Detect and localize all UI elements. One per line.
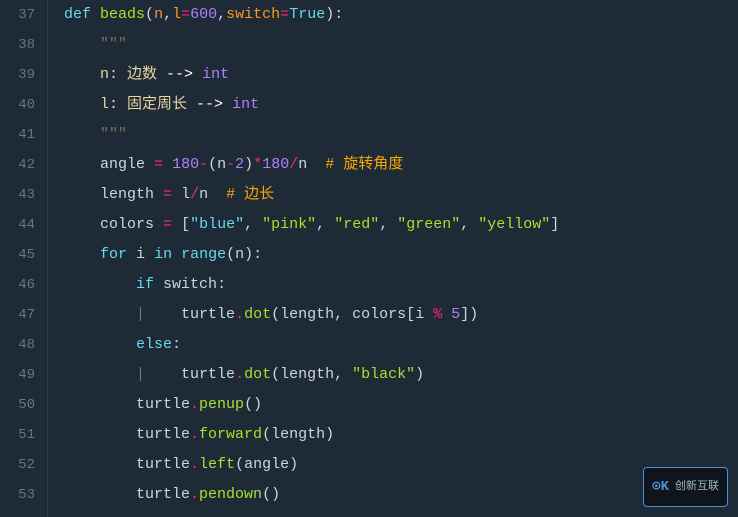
code-line-37: def beads(n,l=600,switch=True): [64,0,738,30]
code-line-48: else: [64,330,738,360]
line-49: 49 [8,360,35,390]
line-numbers: 37 38 39 40 41 42 43 44 45 46 47 48 49 5… [0,0,48,517]
code-line-45: for i in range(n): [64,240,738,270]
code-line-46: if switch: [64,270,738,300]
code-line-53: turtle.pendown() [64,480,738,510]
watermark-text: 创新互联 [675,472,719,502]
line-37: 37 [8,0,35,30]
line-40: 40 [8,90,35,120]
line-44: 44 [8,210,35,240]
code-line-50: turtle.penup() [64,390,738,420]
line-50: 50 [8,390,35,420]
code-line-51: turtle.forward(length) [64,420,738,450]
code-line-43: length = l/n # 边长 [64,180,738,210]
code-line-38: """ [64,30,738,60]
line-38: 38 [8,30,35,60]
line-45: 45 [8,240,35,270]
code-line-41: """ [64,120,738,150]
watermark-icon: ⊙K [652,472,669,502]
line-41: 41 [8,120,35,150]
code-line-39: n: 边数 --> int [64,60,738,90]
watermark: ⊙K 创新互联 [643,467,728,507]
line-47: 47 [8,300,35,330]
line-48: 48 [8,330,35,360]
line-39: 39 [8,60,35,90]
line-43: 43 [8,180,35,210]
line-46: 46 [8,270,35,300]
line-53: 53 [8,480,35,510]
line-42: 42 [8,150,35,180]
code-line-40: l: 固定周长 --> int [64,90,738,120]
line-52: 52 [8,450,35,480]
code-line-52: turtle.left(angle) [64,450,738,480]
code-line-49: | turtle.dot(length, "black") [64,360,738,390]
code-line-47: | turtle.dot(length, colors[i % 5]) [64,300,738,330]
code-editor: 37 38 39 40 41 42 43 44 45 46 47 48 49 5… [0,0,738,517]
code-line-42: angle = 180-(n-2)*180/n # 旋转角度 [64,150,738,180]
code-content: def beads(n,l=600,switch=True): """ n: 边… [48,0,738,517]
code-line-44: colors = ["blue", "pink", "red", "green"… [64,210,738,240]
line-51: 51 [8,420,35,450]
